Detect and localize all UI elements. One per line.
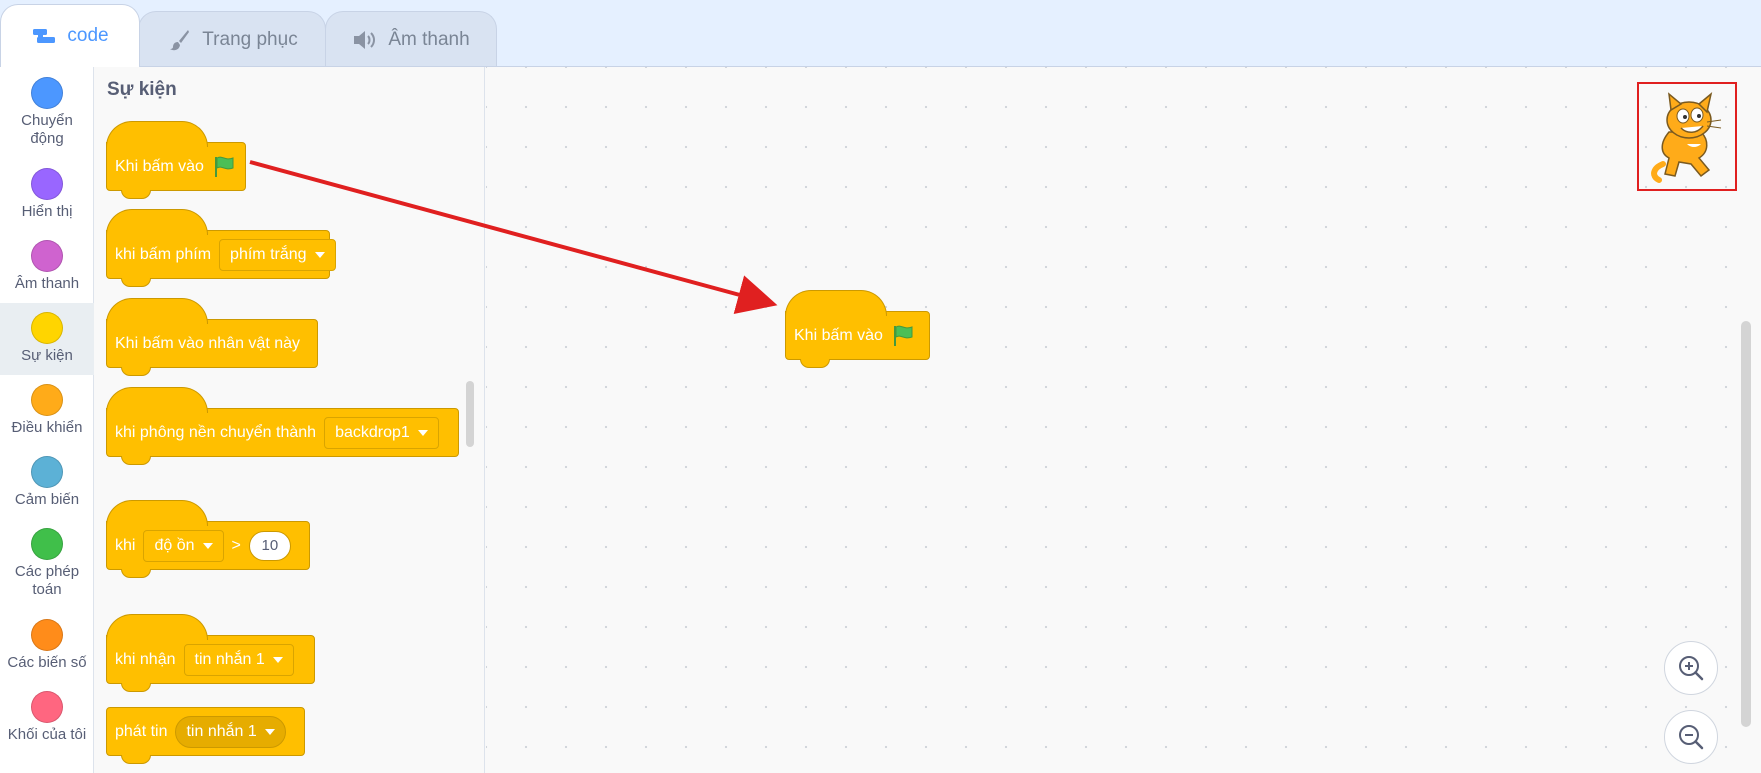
category-my-blocks[interactable]: Khối của tôi [0,691,94,751]
dropdown-caret-icon [202,542,213,549]
block-label: phát tin [115,722,168,740]
block-label: khi phông nền chuyển thành [115,423,317,441]
threshold-input[interactable]: 10 [248,530,291,561]
sensor-dropdown[interactable]: độ ồn [143,529,224,562]
sensing-color-dot [31,456,63,488]
category-label: Âm thanh [14,275,80,292]
block-when-flag-clicked[interactable]: Khi bấm vào [106,121,246,199]
category-variables[interactable]: Các biến số [0,619,94,679]
category-label: Chuyển động [21,112,73,147]
tab-sounds[interactable]: Âm thanh [325,11,497,67]
script-workspace[interactable]: Khi bấm vào [486,67,1761,773]
code-editor: Chuyển động Hiển thị Âm thanh Sự kiện Đi… [0,66,1761,773]
operator-label: > [231,536,241,554]
variables-color-dot [31,619,63,651]
category-motion[interactable]: Chuyển động [0,77,94,157]
message-dropdown[interactable]: tin nhắn 1 [183,643,294,676]
motion-color-dot [31,77,63,109]
dropdown-caret-icon [314,251,325,258]
tab-costumes-label: Trang phục [202,28,298,50]
operators-color-dot [31,528,63,560]
speaker-icon [352,29,378,51]
block-palette: Sự kiện Khi bấm vào khi bấm phím phím tr… [94,67,485,773]
category-events[interactable]: Sự kiện [0,303,94,375]
my-blocks-color-dot [31,691,63,723]
category-label: Khối của tôi [7,726,87,743]
sprite-thumbnail-highlight[interactable] [1637,82,1737,191]
dropdown-value: độ ồn [154,536,195,554]
scratch-cat-sprite [1651,92,1722,183]
block-label: Khi bấm vào [115,157,204,175]
block-label: khi nhận [115,650,176,668]
block-when-i-receive[interactable]: khi nhận tin nhắn 1 [106,614,315,692]
backdrop-dropdown[interactable]: backdrop1 [324,416,439,449]
palette-scrollbar[interactable] [466,381,474,447]
block-when-greater-than[interactable]: khi độ ồn > 10 [106,500,310,578]
zoom-in-button[interactable] [1664,641,1718,695]
workspace-scrollbar[interactable] [1741,321,1751,727]
tab-sounds-label: Âm thanh [388,28,470,50]
palette-section-title: Sự kiện [107,79,177,100]
green-flag-icon [214,156,234,177]
tab-code-label: code [67,25,109,46]
category-label: Điều khiển [11,419,83,436]
dropdown-value: phím trắng [230,245,307,263]
block-label: khi bấm phím [115,245,212,263]
key-dropdown[interactable]: phím trắng [219,238,336,271]
block-label: Khi bấm vào [794,326,883,344]
zoom-out-button[interactable] [1664,710,1718,764]
category-control[interactable]: Điều khiển [0,384,94,444]
workspace-block-when-flag-clicked[interactable]: Khi bấm vào [785,290,930,368]
category-label: Các biến số [7,654,87,671]
category-label: Các phép toán [14,563,80,598]
dropdown-value: tin nhắn 1 [186,722,257,740]
looks-color-dot [31,168,63,200]
category-menu: Chuyển động Hiển thị Âm thanh Sự kiện Đi… [0,67,94,773]
block-label: Khi bấm vào nhân vật này [115,334,301,352]
category-label: Hiển thị [21,203,73,220]
block-when-key-pressed[interactable]: khi bấm phím phím trắng [106,209,336,287]
dropdown-value: tin nhắn 1 [194,650,265,668]
block-when-backdrop-switches[interactable]: khi phông nền chuyển thành backdrop1 [106,387,459,465]
sound-color-dot [31,240,63,272]
tab-costumes[interactable]: Trang phục [138,11,326,67]
category-operators[interactable]: Các phép toán [0,528,94,608]
paintbrush-icon [166,29,192,51]
broadcast-message-dropdown[interactable]: tin nhắn 1 [175,715,286,748]
category-label: Cảm biến [14,491,80,508]
dropdown-value: backdrop1 [335,423,410,441]
block-broadcast[interactable]: phát tin tin nhắn 1 [106,707,305,764]
green-flag-icon [893,325,913,346]
category-sound[interactable]: Âm thanh [0,240,94,300]
tab-code[interactable]: code [0,4,140,67]
block-when-sprite-clicked[interactable]: Khi bấm vào nhân vật này [106,298,318,376]
zoom-in-icon [1679,656,1704,681]
control-color-dot [31,384,63,416]
dropdown-caret-icon [264,728,275,735]
block-label: khi [115,536,136,554]
category-looks[interactable]: Hiển thị [0,168,94,228]
editor-tabs: code Trang phục Âm thanh [0,0,1761,67]
code-blocks-icon [31,25,57,47]
events-color-dot [31,312,63,344]
category-sensing[interactable]: Cảm biến [0,456,94,516]
zoom-out-icon [1679,725,1704,750]
dropdown-caret-icon [417,429,428,436]
category-label: Sự kiện [21,347,73,364]
dropdown-caret-icon [272,656,283,663]
